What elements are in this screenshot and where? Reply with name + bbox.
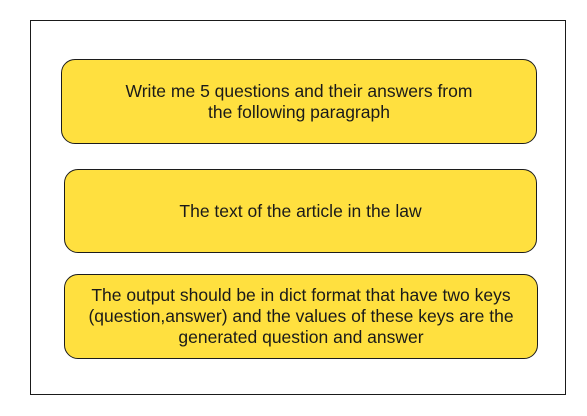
article-text-box: The text of the article in the law [64, 169, 537, 253]
prompt-instruction-text: Write me 5 questions and their answers f… [125, 80, 473, 122]
output-format-box: The output should be in dict format that… [64, 274, 538, 359]
diagram-frame: Write me 5 questions and their answers f… [30, 20, 566, 395]
article-text-label: The text of the article in the law [179, 200, 422, 221]
output-format-text: The output should be in dict format that… [88, 285, 514, 347]
prompt-instruction-box: Write me 5 questions and their answers f… [61, 59, 537, 144]
